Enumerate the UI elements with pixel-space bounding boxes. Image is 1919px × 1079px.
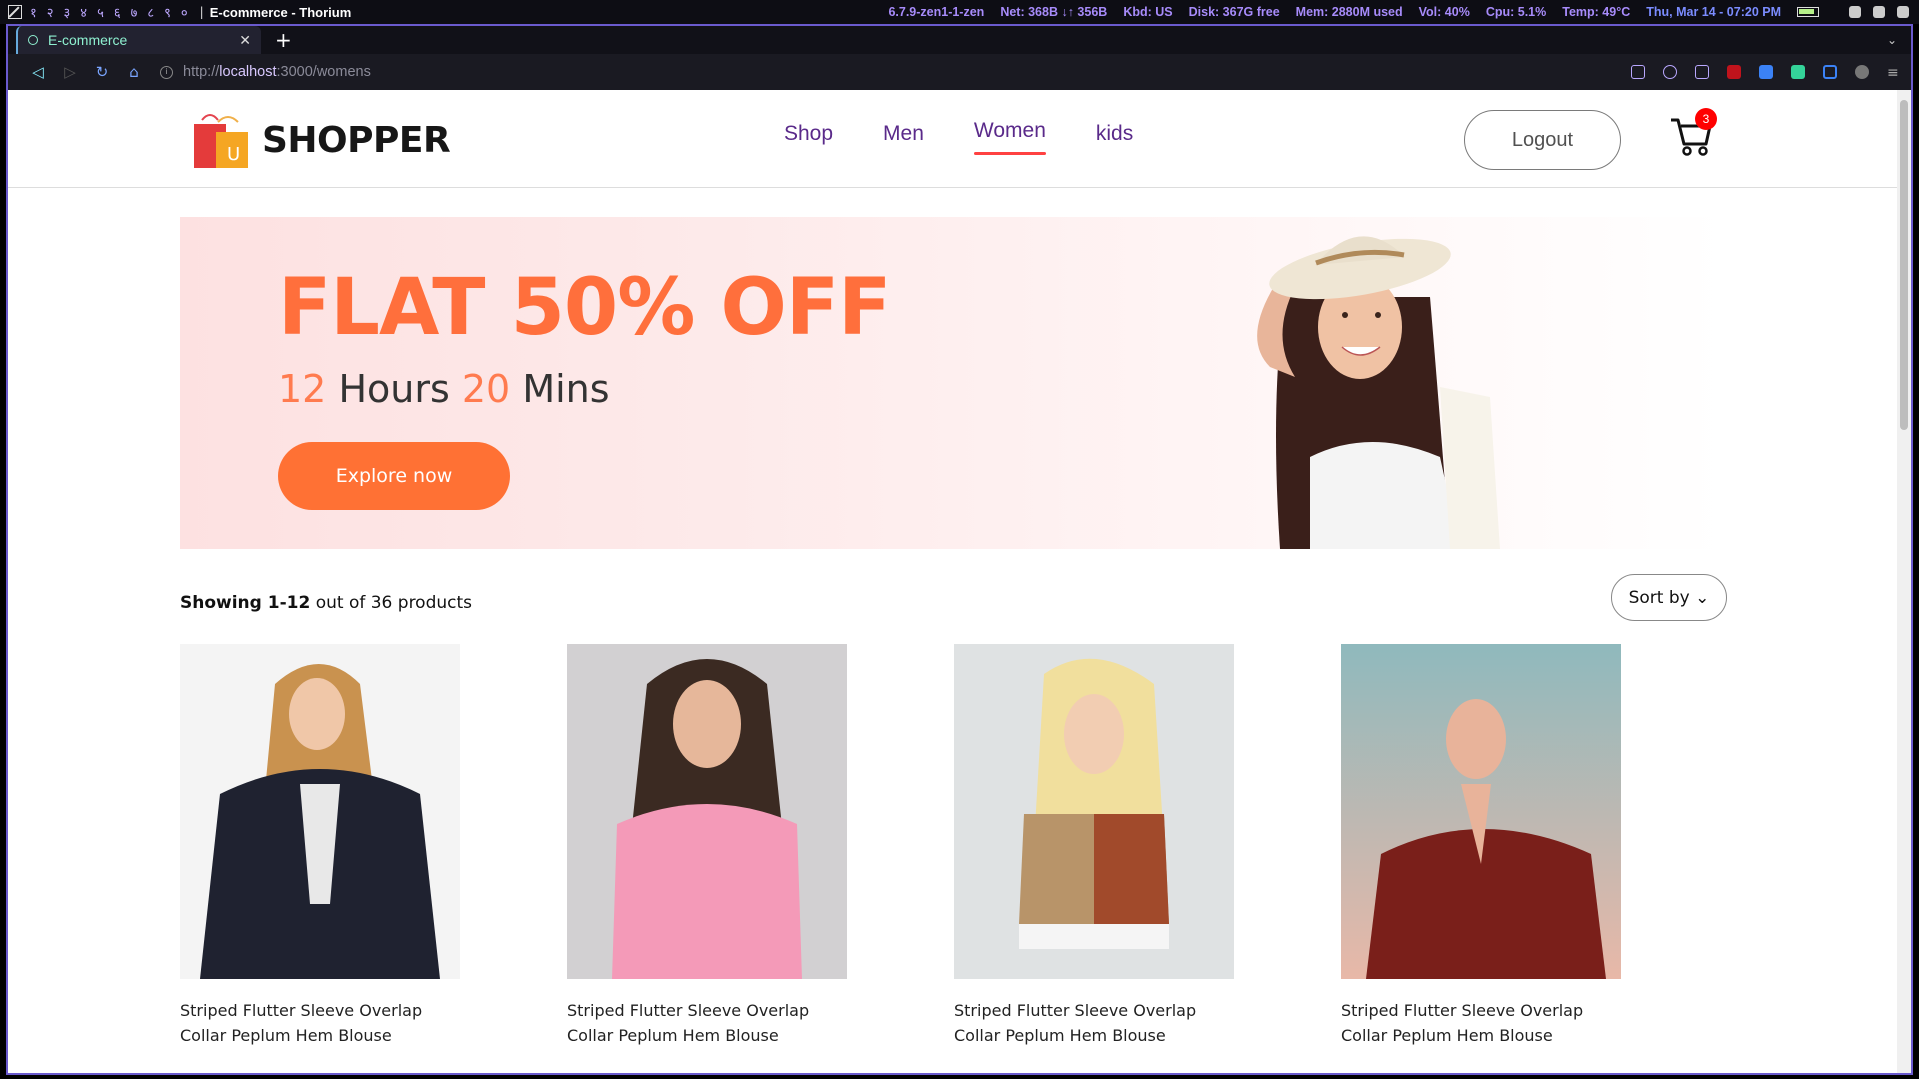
- workspace-4[interactable]: ४: [80, 3, 87, 21]
- address-bar[interactable]: i http://localhost:3000/womens: [160, 64, 371, 80]
- product-name[interactable]: Striped Flutter Sleeve Overlap Collar Pe…: [954, 998, 1234, 1048]
- window-title: E-commerce - Thorium: [209, 4, 352, 20]
- product-grid: Striped Flutter Sleeve Overlap Collar Pe…: [180, 644, 1728, 1048]
- browser-toolbar: ◁ ▷ ↻ ⌂ i http://localhost:3000/womens ≡: [8, 54, 1911, 90]
- info-icon[interactable]: i: [160, 65, 173, 79]
- product-image[interactable]: [954, 644, 1234, 979]
- product-card[interactable]: Striped Flutter Sleeve Overlap Collar Pe…: [180, 644, 460, 1048]
- workspace-6[interactable]: ६: [114, 3, 121, 21]
- wifi-icon[interactable]: [1873, 6, 1885, 18]
- product-card[interactable]: Striped Flutter Sleeve Overlap Collar Pe…: [567, 644, 847, 1048]
- product-image[interactable]: [1341, 644, 1621, 979]
- chevron-down-icon: ⌄: [1695, 587, 1710, 608]
- sort-by-dropdown[interactable]: Sort by ⌄: [1611, 574, 1727, 621]
- workspace-2[interactable]: २: [47, 3, 54, 21]
- countdown-mins-label: Mins: [522, 367, 610, 411]
- chevron-down-icon[interactable]: ⌄: [1887, 33, 1897, 47]
- divider: |: [199, 5, 204, 19]
- svg-text:U: U: [227, 144, 240, 165]
- page-scrollbar[interactable]: [1897, 90, 1911, 1073]
- datetime: Thu, Mar 14 - 07:20 PM: [1646, 5, 1781, 19]
- keyboard-layout: Kbd: US: [1123, 5, 1173, 19]
- bluetooth-icon[interactable]: [1897, 6, 1909, 18]
- reload-button[interactable]: ↻: [86, 63, 118, 81]
- nav-link-kids[interactable]: kids: [1096, 122, 1133, 146]
- workspace-5[interactable]: ५: [97, 3, 104, 21]
- flask-icon[interactable]: [1791, 65, 1805, 79]
- forward-button[interactable]: ▷: [54, 63, 86, 81]
- url-host: localhost: [219, 64, 277, 80]
- hero-model-image: [1257, 236, 1500, 549]
- workspace-10[interactable]: ०: [181, 3, 188, 21]
- new-tab-button[interactable]: +: [275, 28, 292, 52]
- hero-countdown: 12 Hours 20 Mins: [278, 367, 610, 411]
- hero-title: FLAT 50% OFF: [278, 263, 891, 353]
- workspace-3[interactable]: ३: [64, 3, 71, 21]
- cpu-stat: Cpu: 5.1%: [1485, 5, 1547, 19]
- temperature-stat: Temp: 49°C: [1562, 5, 1631, 19]
- page-viewport: U SHOPPER Shop Men Women kids Logout 3 F…: [8, 90, 1911, 1073]
- product-name[interactable]: Striped Flutter Sleeve Overlap Collar Pe…: [567, 998, 847, 1048]
- explore-now-button[interactable]: Explore now: [278, 442, 510, 510]
- hero-banner: FLAT 50% OFF 12 Hours 20 Mins Explore no…: [180, 217, 1725, 549]
- back-button[interactable]: ◁: [22, 63, 54, 81]
- system-status-bar: १ २ ३ ४ ५ ६ ७ ८ ९ ० | E-commerce - Thori…: [0, 0, 1919, 24]
- workspace-8[interactable]: ८: [147, 3, 154, 21]
- workspace-1[interactable]: १: [30, 3, 37, 21]
- close-tab-icon[interactable]: ✕: [239, 32, 251, 49]
- system-tray: [1837, 6, 1909, 18]
- share-icon[interactable]: [1663, 65, 1677, 79]
- logout-button[interactable]: Logout: [1464, 110, 1621, 170]
- home-button[interactable]: ⌂: [118, 63, 150, 81]
- brand-name: SHOPPER: [262, 119, 451, 161]
- scrollbar-thumb[interactable]: [1900, 100, 1908, 430]
- cart-count-badge: 3: [1695, 108, 1717, 130]
- workspace-9[interactable]: ९: [164, 3, 171, 21]
- volume-stat[interactable]: Vol: 40%: [1419, 5, 1470, 19]
- countdown-hours: 12: [278, 367, 327, 411]
- product-image[interactable]: [180, 644, 460, 979]
- react-favicon-icon: [28, 35, 38, 45]
- sidebar-icon[interactable]: [1823, 65, 1837, 79]
- paperclip-icon[interactable]: [1849, 6, 1861, 18]
- bookmark-icon[interactable]: [1695, 65, 1709, 79]
- countdown-hours-label: Hours: [338, 367, 450, 411]
- nav-link-shop[interactable]: Shop: [784, 122, 833, 146]
- disk-stat: Disk: 367G free: [1188, 5, 1280, 19]
- nav-link-men[interactable]: Men: [883, 122, 924, 146]
- url-scheme: http://: [183, 64, 220, 80]
- menu-icon[interactable]: ≡: [1887, 65, 1901, 81]
- showing-total: out of 36 products: [315, 593, 473, 613]
- brand-logo[interactable]: U SHOPPER: [188, 110, 451, 170]
- layout-icon[interactable]: [8, 5, 22, 19]
- memory-stat: Mem: 2880M used: [1295, 5, 1403, 19]
- url-path: :3000/womens: [276, 64, 371, 80]
- product-count-text: Showing 1-12 out of 36 products: [180, 593, 472, 613]
- workspace-7[interactable]: ७: [131, 3, 138, 21]
- battery-icon: [1797, 7, 1819, 17]
- sort-by-label: Sort by: [1628, 587, 1690, 608]
- shopping-bag-logo-icon: U: [194, 114, 248, 168]
- browser-window: E-commerce ✕ + ⌄ ◁ ▷ ↻ ⌂ i http://localh…: [6, 24, 1913, 1075]
- site-navbar: U SHOPPER Shop Men Women kids Logout 3: [8, 90, 1897, 188]
- tab-title: E-commerce: [48, 32, 128, 48]
- tab-ecommerce[interactable]: E-commerce ✕: [16, 26, 261, 54]
- ublock-icon[interactable]: [1727, 65, 1741, 79]
- product-name[interactable]: Striped Flutter Sleeve Overlap Collar Pe…: [1341, 998, 1621, 1048]
- product-card[interactable]: Striped Flutter Sleeve Overlap Collar Pe…: [954, 644, 1234, 1048]
- net-stat: Net: 368B ↓↑ 356B: [1000, 5, 1108, 19]
- nav-links: Shop Men Women kids: [784, 119, 1183, 155]
- extensions-icon[interactable]: [1759, 65, 1773, 79]
- product-image[interactable]: [567, 644, 847, 979]
- countdown-mins: 20: [461, 367, 511, 411]
- kernel-version: 6.7.9-zen1-1-zen: [888, 5, 985, 19]
- product-card[interactable]: Striped Flutter Sleeve Overlap Collar Pe…: [1341, 644, 1621, 1048]
- profile-avatar[interactable]: [1855, 65, 1869, 79]
- product-name[interactable]: Striped Flutter Sleeve Overlap Collar Pe…: [180, 998, 460, 1048]
- install-icon[interactable]: [1631, 65, 1645, 79]
- showing-range: Showing 1-12: [180, 593, 311, 613]
- tab-strip: E-commerce ✕ + ⌄: [8, 26, 1911, 54]
- nav-link-women[interactable]: Women: [973, 119, 1046, 155]
